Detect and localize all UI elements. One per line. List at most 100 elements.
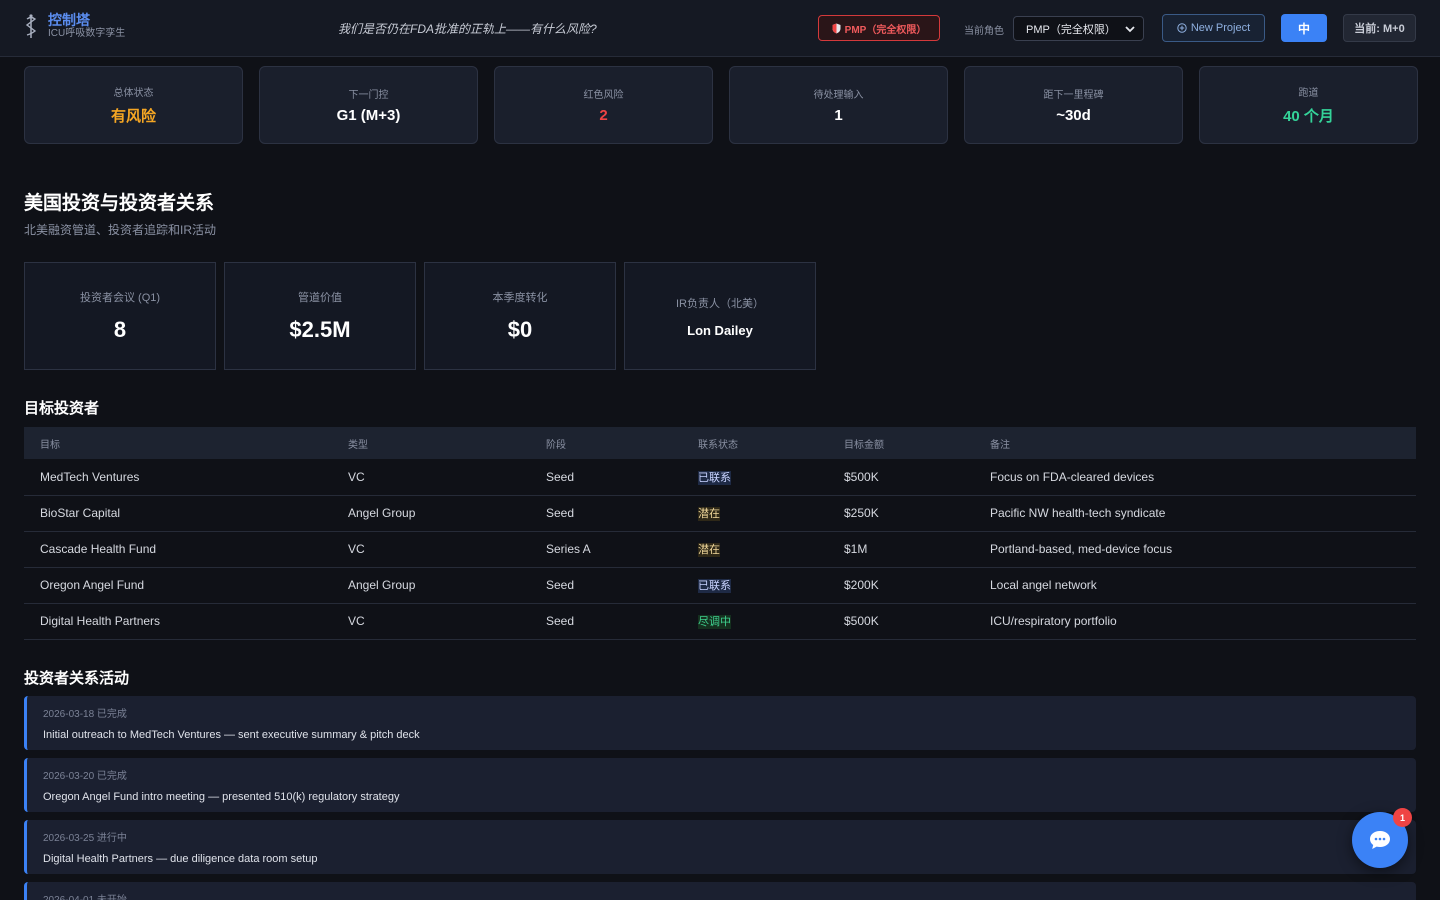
investor-notes: Pacific NW health-tech syndicate <box>990 506 1166 520</box>
investor-notes: ICU/respiratory portfolio <box>990 614 1117 628</box>
investor-name: BioStar Capital <box>40 506 121 520</box>
investor-name: Oregon Angel Fund <box>40 578 145 592</box>
metric-value: $2.5M <box>289 317 351 342</box>
page-title: 美国投资与投资者关系 <box>24 193 215 214</box>
pmp-badge-label: PMP（完全权限） <box>844 24 927 36</box>
activity-meta: 2026-03-20 已完成 <box>43 771 127 782</box>
stat-value: 有风险 <box>110 108 156 125</box>
status-badge: 尽调中 <box>698 615 731 629</box>
investor-type: Angel Group <box>348 578 416 592</box>
investor-type: VC <box>348 542 365 556</box>
stat-label: 待处理输入 <box>813 90 864 101</box>
investor-amount: $1M <box>844 542 868 556</box>
investors-table: 目标 类型 阶段 联系状态 目标金额 备注 MedTech Ventures V… <box>24 427 1416 640</box>
metric-value: $0 <box>507 317 533 342</box>
role-select[interactable]: PMP（完全权限） <box>1013 16 1144 41</box>
metric-investor-meetings: 投资者会议 (Q1) 8 <box>24 262 216 370</box>
column-header[interactable]: 阶段 <box>530 427 682 459</box>
column-header[interactable]: 备注 <box>974 427 1416 459</box>
metric-value: Lon Dailey <box>687 322 753 338</box>
activity-text: Oregon Angel Fund intro meeting — presen… <box>43 791 400 803</box>
pmp-badge: PMP（完全权限） <box>818 15 940 41</box>
column-header[interactable]: 目标 <box>24 427 332 459</box>
plus-circle-icon <box>1177 23 1187 33</box>
investor-type: VC <box>348 469 365 484</box>
stat-card-runway: 跑道 40 个月 <box>1199 66 1418 144</box>
ir-metrics: 投资者会议 (Q1) 8 管道价值 $2.5M 本季度转化 $0 IR负责人（北… <box>24 262 816 370</box>
investor-type: VC <box>348 614 365 628</box>
metric-label: 本季度转化 <box>492 292 548 304</box>
chat-bubble-icon <box>1370 831 1390 849</box>
column-header[interactable]: 联系状态 <box>682 427 828 459</box>
stat-card-red-risks: 红色风险 2 <box>494 66 713 144</box>
current-month-button[interactable]: 当前: M+0 <box>1343 14 1416 42</box>
brand-title: 控制塔 <box>48 12 90 28</box>
metric-ir-lead: IR负责人（北美） Lon Dailey <box>624 262 816 370</box>
status-badge: 潜在 <box>698 543 720 557</box>
investor-notes: Portland-based, med-device focus <box>990 542 1173 556</box>
activity-list: 2026-03-18 已完成 Initial outreach to MedTe… <box>24 696 1416 900</box>
stat-card-overall-status: 总体状态 有风险 <box>24 66 243 144</box>
status-badge: 已联系 <box>698 579 731 593</box>
activity-meta: 2026-04-01 未开始 <box>43 891 1400 900</box>
list-item[interactable]: 2026-04-01 未开始 <box>24 882 1416 900</box>
activity-text: Digital Health Partners — due diligence … <box>43 853 318 865</box>
investor-stage: Seed <box>546 469 575 484</box>
metric-label: IR负责人（北美） <box>676 297 764 310</box>
language-toggle-button[interactable]: 中 <box>1281 14 1327 42</box>
table-row[interactable]: BioStar Capital Angel Group Seed 潜在 $250… <box>24 495 1416 531</box>
new-project-label: New Project <box>1190 22 1251 34</box>
column-header[interactable]: 目标金额 <box>828 427 974 459</box>
investor-amount: $500K <box>844 469 879 484</box>
status-cards: 总体状态 有风险 下一门控 G1 (M+3) 红色风险 2 待处理输入 1 距下… <box>24 66 1418 144</box>
stat-card-pending-inputs: 待处理输入 1 <box>729 66 948 144</box>
investor-notes: Focus on FDA-cleared devices <box>990 469 1155 484</box>
tagline: 我们是否仍在FDA批准的正轨上——有什么风险? <box>338 22 597 36</box>
table-row[interactable]: MedTech Ventures VC Seed 已联系 $500K Focus… <box>24 459 1416 495</box>
investor-stage: Seed <box>546 578 575 592</box>
chevron-down-icon <box>1125 25 1135 32</box>
metric-label: 投资者会议 (Q1) <box>79 292 161 304</box>
status-badge: 已联系 <box>698 470 731 485</box>
notification-badge: 1 <box>1393 808 1412 827</box>
stat-label: 距下一里程碑 <box>1043 90 1104 101</box>
investor-amount: $250K <box>844 506 879 520</box>
metric-quarter-conversion: 本季度转化 $0 <box>424 262 616 370</box>
column-header[interactable]: 类型 <box>332 427 530 459</box>
table-row[interactable]: Cascade Health Fund VC Series A 潜在 $1M P… <box>24 531 1416 567</box>
new-project-button[interactable]: New Project <box>1162 14 1265 42</box>
activity-text: Initial outreach to MedTech Ventures — s… <box>43 729 420 741</box>
investor-amount: $200K <box>844 578 879 592</box>
activity-meta: 2026-03-18 已完成 <box>43 709 127 720</box>
ir-activities-heading: 投资者关系活动 <box>24 670 130 687</box>
investor-stage: Series A <box>546 542 591 556</box>
stat-value: 1 <box>834 107 843 124</box>
list-item[interactable]: 2026-03-25 进行中 Digital Health Partners —… <box>24 820 1416 874</box>
stat-card-next-gate: 下一门控 G1 (M+3) <box>259 66 478 144</box>
list-item[interactable]: 2026-03-18 已完成 Initial outreach to MedTe… <box>24 696 1416 750</box>
stat-label: 下一门控 <box>348 90 389 101</box>
page-subtitle: 北美融资管道、投资者追踪和IR活动 <box>24 223 217 237</box>
investor-name: Digital Health Partners <box>40 614 161 628</box>
stat-value: 2 <box>599 107 608 124</box>
brand-subtitle: ICU呼吸数字孪生 <box>48 28 126 39</box>
metric-label: 管道价值 <box>298 292 342 304</box>
list-item[interactable]: 2026-03-20 已完成 Oregon Angel Fund intro m… <box>24 758 1416 812</box>
activity-meta: 2026-03-25 进行中 <box>43 833 127 844</box>
table-row[interactable]: Digital Health Partners VC Seed 尽调中 $500… <box>24 603 1416 639</box>
stat-label: 总体状态 <box>113 88 154 99</box>
table-row[interactable]: Oregon Angel Fund Angel Group Seed 已联系 $… <box>24 567 1416 603</box>
investor-stage: Seed <box>546 506 575 520</box>
investor-type: Angel Group <box>348 506 416 520</box>
role-label: 当前角色 <box>964 26 1004 37</box>
stat-label: 红色风险 <box>583 90 624 101</box>
investor-name: Cascade Health Fund <box>40 542 157 556</box>
investor-amount: $500K <box>844 614 879 628</box>
stat-value: G1 (M+3) <box>336 107 401 124</box>
role-select-value: PMP（完全权限） <box>1026 23 1116 36</box>
investor-stage: Seed <box>546 614 575 628</box>
brand[interactable]: 控制塔 ICU呼吸数字孪生 <box>22 12 125 40</box>
stat-value: 40 个月 <box>1283 108 1334 125</box>
shield-icon <box>832 23 841 33</box>
top-bar: 控制塔 ICU呼吸数字孪生 我们是否仍在FDA批准的正轨上——有什么风险? PM… <box>0 0 1440 57</box>
